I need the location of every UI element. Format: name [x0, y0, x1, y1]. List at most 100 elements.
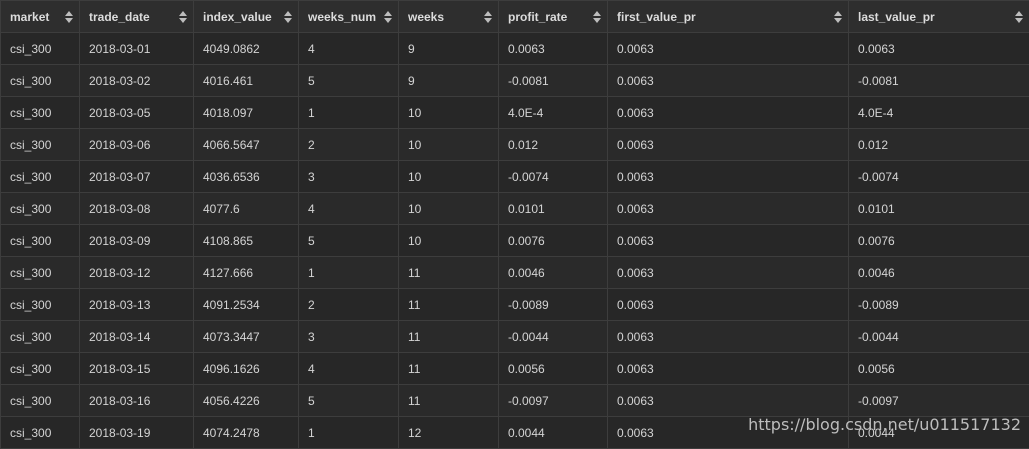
cell-profit-rate[interactable]: -0.0097 — [499, 385, 608, 417]
cell-weeks-num[interactable]: 4 — [299, 193, 399, 225]
cell-weeks[interactable]: 12 — [399, 417, 499, 449]
cell-profit-rate[interactable]: 4.0E-4 — [499, 97, 608, 129]
cell-profit-rate[interactable]: -0.0089 — [499, 289, 608, 321]
sort-icon[interactable] — [384, 11, 392, 23]
cell-profit-rate[interactable]: 0.0076 — [499, 225, 608, 257]
cell-weeks[interactable]: 10 — [399, 129, 499, 161]
cell-profit-rate[interactable]: 0.0101 — [499, 193, 608, 225]
cell-weeks-num[interactable]: 5 — [299, 225, 399, 257]
cell-market[interactable]: csi_300 — [1, 65, 80, 97]
cell-weeks-num[interactable]: 3 — [299, 321, 399, 353]
cell-trade-date[interactable]: 2018-03-15 — [80, 353, 194, 385]
cell-weeks[interactable]: 11 — [399, 321, 499, 353]
cell-last-value-pr[interactable]: -0.0044 — [849, 321, 1029, 353]
cell-first-value-pr[interactable]: 0.0063 — [608, 161, 849, 193]
cell-weeks[interactable]: 11 — [399, 353, 499, 385]
cell-index-value[interactable]: 4016.461 — [194, 65, 299, 97]
cell-trade-date[interactable]: 2018-03-12 — [80, 257, 194, 289]
cell-index-value[interactable]: 4096.1626 — [194, 353, 299, 385]
cell-trade-date[interactable]: 2018-03-05 — [80, 97, 194, 129]
cell-index-value[interactable]: 4127.666 — [194, 257, 299, 289]
cell-trade-date[interactable]: 2018-03-19 — [80, 417, 194, 449]
cell-weeks[interactable]: 9 — [399, 33, 499, 65]
cell-last-value-pr[interactable]: -0.0081 — [849, 65, 1029, 97]
cell-profit-rate[interactable]: 0.0046 — [499, 257, 608, 289]
cell-last-value-pr[interactable]: 0.012 — [849, 129, 1029, 161]
cell-trade-date[interactable]: 2018-03-07 — [80, 161, 194, 193]
cell-market[interactable]: csi_300 — [1, 257, 80, 289]
cell-market[interactable]: csi_300 — [1, 385, 80, 417]
cell-profit-rate[interactable]: 0.0056 — [499, 353, 608, 385]
sort-icon[interactable] — [834, 11, 842, 23]
cell-last-value-pr[interactable]: 0.0056 — [849, 353, 1029, 385]
cell-market[interactable]: csi_300 — [1, 129, 80, 161]
table-row[interactable]: csi_3002018-03-014049.0862490.00630.0063… — [1, 33, 1029, 65]
cell-index-value[interactable]: 4074.2478 — [194, 417, 299, 449]
cell-market[interactable]: csi_300 — [1, 289, 80, 321]
cell-profit-rate[interactable]: -0.0081 — [499, 65, 608, 97]
cell-first-value-pr[interactable]: 0.0063 — [608, 257, 849, 289]
sort-icon[interactable] — [593, 11, 601, 23]
cell-trade-date[interactable]: 2018-03-13 — [80, 289, 194, 321]
cell-trade-date[interactable]: 2018-03-16 — [80, 385, 194, 417]
table-row[interactable]: csi_3002018-03-164056.4226511-0.00970.00… — [1, 385, 1029, 417]
cell-index-value[interactable]: 4073.3447 — [194, 321, 299, 353]
cell-market[interactable]: csi_300 — [1, 225, 80, 257]
column-header-weeks-num[interactable]: weeks_num — [299, 1, 399, 33]
cell-profit-rate[interactable]: 0.0044 — [499, 417, 608, 449]
table-row[interactable]: csi_3002018-03-064066.56472100.0120.0063… — [1, 129, 1029, 161]
cell-weeks-num[interactable]: 2 — [299, 289, 399, 321]
cell-weeks[interactable]: 11 — [399, 289, 499, 321]
cell-first-value-pr[interactable]: 0.0063 — [608, 321, 849, 353]
cell-profit-rate[interactable]: 0.012 — [499, 129, 608, 161]
cell-weeks-num[interactable]: 1 — [299, 97, 399, 129]
cell-last-value-pr[interactable]: -0.0097 — [849, 385, 1029, 417]
column-header-market[interactable]: market — [1, 1, 80, 33]
cell-profit-rate[interactable]: -0.0074 — [499, 161, 608, 193]
column-header-last-value-pr[interactable]: last_value_pr — [849, 1, 1029, 33]
cell-weeks[interactable]: 10 — [399, 225, 499, 257]
cell-weeks[interactable]: 9 — [399, 65, 499, 97]
cell-weeks[interactable]: 10 — [399, 97, 499, 129]
cell-trade-date[interactable]: 2018-03-01 — [80, 33, 194, 65]
cell-weeks-num[interactable]: 4 — [299, 33, 399, 65]
cell-first-value-pr[interactable]: 0.0063 — [608, 225, 849, 257]
cell-market[interactable]: csi_300 — [1, 97, 80, 129]
table-row[interactable]: csi_3002018-03-094108.8655100.00760.0063… — [1, 225, 1029, 257]
cell-weeks-num[interactable]: 4 — [299, 353, 399, 385]
sort-icon[interactable] — [484, 11, 492, 23]
cell-first-value-pr[interactable]: 0.0063 — [608, 65, 849, 97]
cell-index-value[interactable]: 4036.6536 — [194, 161, 299, 193]
column-header-first-value-pr[interactable]: first_value_pr — [608, 1, 849, 33]
cell-market[interactable]: csi_300 — [1, 321, 80, 353]
cell-index-value[interactable]: 4056.4226 — [194, 385, 299, 417]
cell-last-value-pr[interactable]: 4.0E-4 — [849, 97, 1029, 129]
cell-trade-date[interactable]: 2018-03-14 — [80, 321, 194, 353]
cell-market[interactable]: csi_300 — [1, 193, 80, 225]
column-header-trade-date[interactable]: trade_date — [80, 1, 194, 33]
table-row[interactable]: csi_3002018-03-084077.64100.01010.00630.… — [1, 193, 1029, 225]
table-row[interactable]: csi_3002018-03-054018.0971104.0E-40.0063… — [1, 97, 1029, 129]
cell-first-value-pr[interactable]: 0.0063 — [608, 385, 849, 417]
cell-weeks[interactable]: 11 — [399, 385, 499, 417]
column-header-weeks[interactable]: weeks — [399, 1, 499, 33]
sort-icon[interactable] — [284, 11, 292, 23]
cell-index-value[interactable]: 4049.0862 — [194, 33, 299, 65]
cell-first-value-pr[interactable]: 0.0063 — [608, 353, 849, 385]
sort-icon[interactable] — [65, 11, 73, 23]
cell-index-value[interactable]: 4018.097 — [194, 97, 299, 129]
cell-index-value[interactable]: 4066.5647 — [194, 129, 299, 161]
cell-weeks-num[interactable]: 3 — [299, 161, 399, 193]
cell-market[interactable]: csi_300 — [1, 161, 80, 193]
sort-icon[interactable] — [179, 11, 187, 23]
cell-market[interactable]: csi_300 — [1, 353, 80, 385]
cell-first-value-pr[interactable]: 0.0063 — [608, 193, 849, 225]
cell-profit-rate[interactable]: -0.0044 — [499, 321, 608, 353]
cell-last-value-pr[interactable]: -0.0089 — [849, 289, 1029, 321]
column-header-index-value[interactable]: index_value — [194, 1, 299, 33]
cell-profit-rate[interactable]: 0.0063 — [499, 33, 608, 65]
table-row[interactable]: csi_3002018-03-154096.16264110.00560.006… — [1, 353, 1029, 385]
cell-trade-date[interactable]: 2018-03-08 — [80, 193, 194, 225]
cell-last-value-pr[interactable]: -0.0074 — [849, 161, 1029, 193]
cell-weeks[interactable]: 11 — [399, 257, 499, 289]
